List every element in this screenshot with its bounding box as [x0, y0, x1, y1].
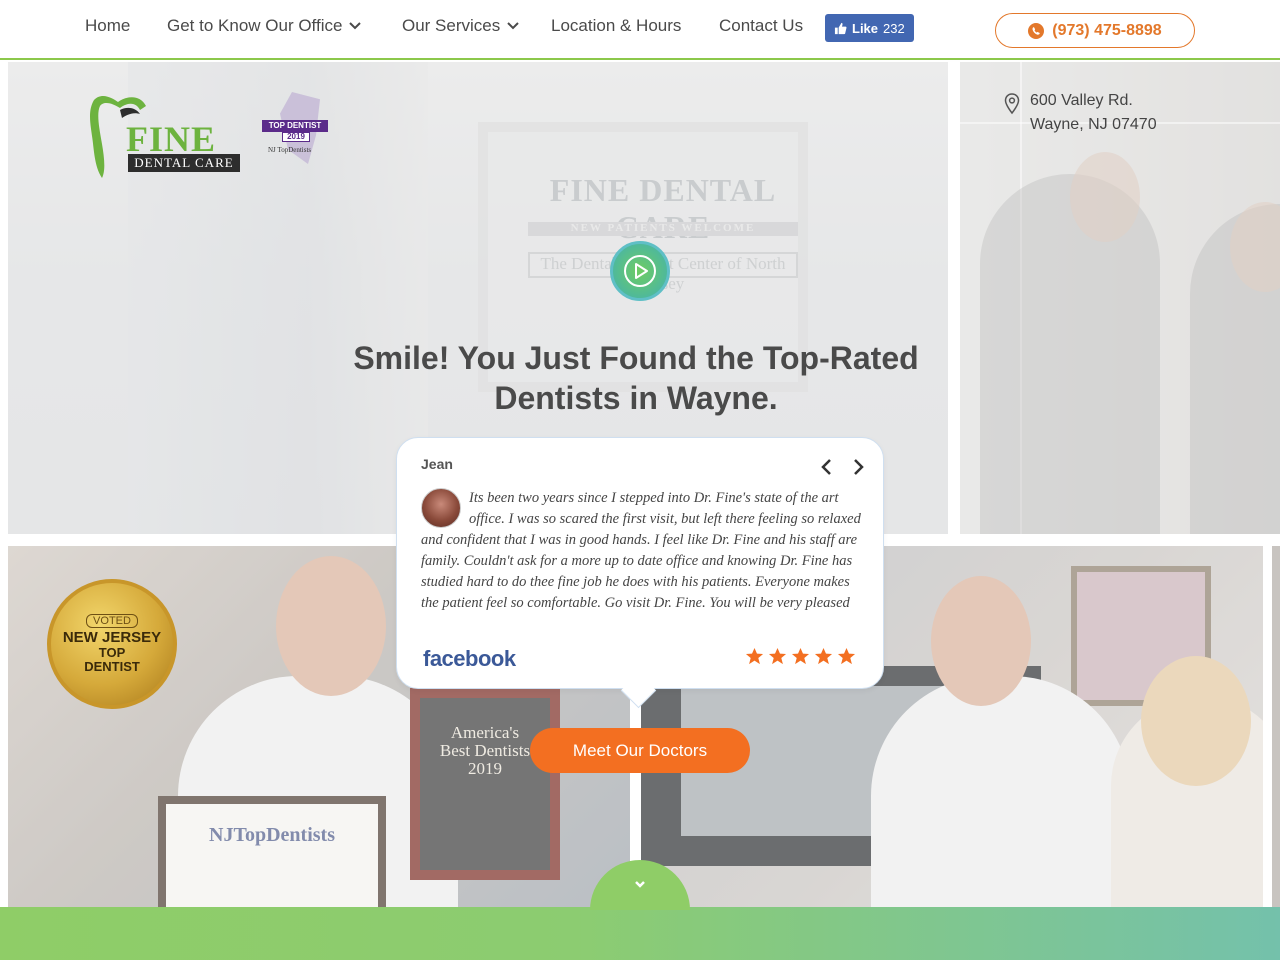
- address-line-1: 600 Valley Rd.: [1030, 92, 1133, 109]
- star-icon: [745, 647, 764, 665]
- map-pin-icon: [1004, 93, 1020, 115]
- phone-number: (973) 475-8898: [1052, 21, 1162, 39]
- logo-subtitle: DENTAL CARE: [128, 154, 240, 172]
- top-dentist-badge: TOP DENTIST 2019 NJ TopDentists: [262, 92, 332, 164]
- address-line-2: Wayne, NJ 07470: [1030, 116, 1157, 133]
- star-icon: [814, 647, 833, 665]
- seal-line-1: NEW JERSEY: [62, 629, 162, 646]
- hero-headline: Smile! You Just Found the Top-Rated Dent…: [300, 338, 972, 418]
- phone-button[interactable]: (973) 475-8898: [995, 13, 1195, 48]
- meet-our-doctors-label: Meet Our Doctors: [572, 740, 708, 760]
- meet-our-doctors-button[interactable]: Meet Our Doctors: [530, 728, 750, 773]
- headline-line-2: Dentists in Wayne.: [494, 380, 778, 416]
- bottom-gradient-band: [0, 907, 1280, 960]
- headline-line-1: Smile! You Just Found the Top-Rated: [353, 340, 919, 376]
- nav-office-label: Get to Know Our Office: [167, 16, 343, 35]
- nav-get-to-know-office[interactable]: Get to Know Our Office: [167, 16, 362, 36]
- play-icon: [624, 255, 656, 287]
- top-navigation: Home Get to Know Our Office Our Services…: [0, 0, 1280, 60]
- chevron-down-icon: [507, 22, 519, 30]
- top-dentist-ribbon: TOP DENTIST: [262, 120, 328, 132]
- thumbs-up-icon: [834, 22, 847, 34]
- nav-contact-label: Contact Us: [719, 16, 804, 35]
- phone-icon: [1028, 22, 1045, 39]
- review-text: Its been two years since I stepped into …: [421, 490, 861, 611]
- previous-review-arrow-icon[interactable]: [819, 458, 835, 476]
- nav-home[interactable]: Home: [85, 16, 130, 36]
- chevron-down-icon: [635, 881, 645, 888]
- top-dentist-year: 2019: [282, 132, 310, 142]
- star-icon: [791, 647, 810, 665]
- play-video-button[interactable]: [610, 241, 670, 301]
- review-card: Jean Its been two years since I stepped …: [396, 437, 884, 689]
- nj-top-dentist-seal: VOTED NEW JERSEY TOP DENTIST: [47, 579, 177, 709]
- seal-line-2: TOP: [98, 645, 126, 660]
- nav-home-label: Home: [85, 16, 131, 35]
- like-label: Like: [852, 20, 879, 36]
- office-address[interactable]: 600 Valley Rd. Wayne, NJ 07470: [1004, 89, 1157, 137]
- star-icon: [837, 647, 856, 665]
- facebook-logo: facebook: [423, 646, 516, 671]
- star-icon: [768, 647, 787, 665]
- seal-voted: VOTED: [86, 614, 138, 628]
- reviewer-name: Jean: [421, 456, 453, 472]
- next-review-arrow-icon[interactable]: [850, 458, 866, 476]
- facebook-like-button[interactable]: Like 232: [825, 14, 914, 42]
- nav-location-label: Location & Hours: [551, 16, 682, 35]
- fine-dental-care-logo[interactable]: FINE DENTAL CARE: [88, 92, 248, 182]
- like-count: 232: [883, 20, 905, 36]
- seal-line-3: DENTIST: [84, 659, 140, 674]
- top-dentist-source: NJ TopDentists: [268, 146, 312, 154]
- nav-services-label: Our Services: [402, 16, 501, 35]
- nav-contact-us[interactable]: Contact Us: [719, 16, 803, 36]
- star-rating: [745, 647, 856, 666]
- nav-our-services[interactable]: Our Services: [402, 16, 520, 36]
- nav-location-hours[interactable]: Location & Hours: [551, 16, 681, 36]
- chevron-down-icon: [349, 22, 362, 30]
